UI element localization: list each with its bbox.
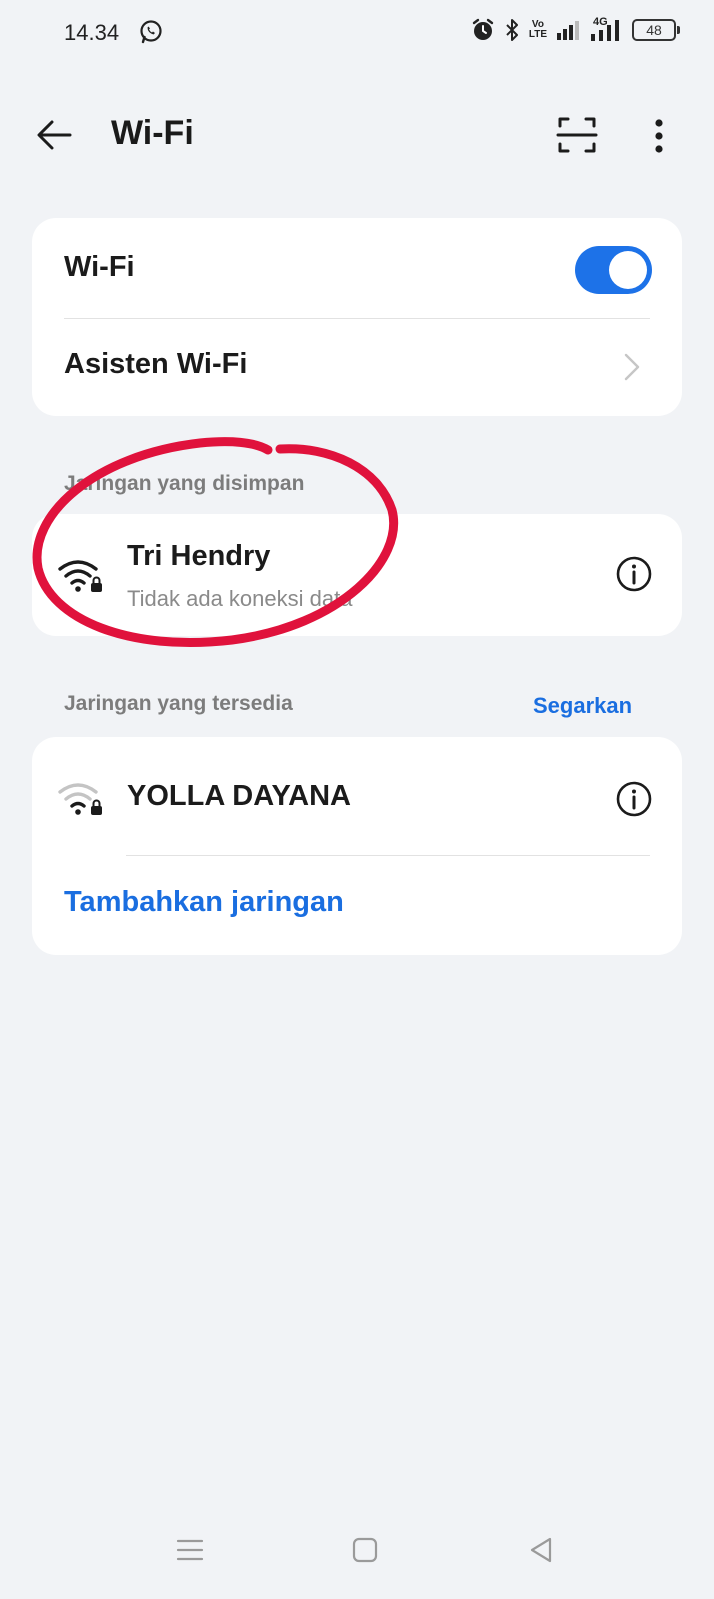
back-arrow-icon[interactable] <box>30 110 80 160</box>
battery-icon: 48 <box>632 19 680 41</box>
wifi-settings-card: Wi-Fi Asisten Wi-Fi <box>32 218 682 416</box>
info-icon[interactable] <box>614 779 654 819</box>
toggle-knob <box>609 251 647 289</box>
available-network-item[interactable]: YOLLA DAYANA <box>32 737 682 855</box>
wifi-lock-icon <box>58 560 102 592</box>
navigation-bar <box>0 1510 714 1599</box>
menu-icon[interactable] <box>175 1535 205 1565</box>
saved-network-status: Tidak ada koneksi data <box>127 586 353 611</box>
status-bar: 14.34 Vo LTE 4G 48 <box>0 0 714 64</box>
available-network-name: YOLLA DAYANA <box>127 780 351 812</box>
add-network-link[interactable]: Tambahkan jaringan <box>64 886 344 919</box>
app-bar: Wi-Fi <box>0 90 714 180</box>
volte-icon: Vo LTE <box>529 20 547 40</box>
chevron-right-icon <box>624 353 640 381</box>
saved-network-item[interactable]: Tri Hendry Tidak ada koneksi data <box>32 514 682 636</box>
saved-network-name: Tri Hendry <box>127 540 271 572</box>
saved-networks-label: Jaringan yang disimpan <box>64 472 305 495</box>
available-networks-card: YOLLA DAYANA Tambahkan jaringan <box>32 737 682 955</box>
saved-networks-card: Tri Hendry Tidak ada koneksi data <box>32 514 682 636</box>
scan-icon[interactable] <box>552 110 602 160</box>
wifi-assistant-label: Asisten Wi-Fi <box>64 348 248 380</box>
refresh-link[interactable]: Segarkan <box>533 693 632 719</box>
alarm-icon <box>472 18 494 40</box>
status-time: 14.34 <box>64 20 120 45</box>
wifi-toggle-label: Wi-Fi <box>64 251 135 283</box>
wifi-toggle-switch[interactable] <box>575 246 652 294</box>
signal-4g-icon: 4G <box>589 16 623 42</box>
back-icon[interactable] <box>526 1535 556 1565</box>
wifi-weak-lock-icon <box>58 783 102 815</box>
more-vert-icon[interactable] <box>634 110 684 160</box>
add-network-row[interactable]: Tambahkan jaringan <box>32 856 682 955</box>
home-icon[interactable] <box>350 1535 380 1565</box>
info-icon[interactable] <box>614 554 654 594</box>
bluetooth-icon <box>506 19 518 41</box>
whatsapp-icon <box>140 20 162 44</box>
wifi-toggle-row[interactable]: Wi-Fi <box>32 218 682 318</box>
volte-bottom-text: LTE <box>528 29 547 40</box>
page-title: Wi-Fi <box>111 114 194 152</box>
available-networks-label: Jaringan yang tersedia <box>64 692 293 715</box>
signal-icon <box>557 21 579 40</box>
wifi-assistant-row[interactable]: Asisten Wi-Fi <box>32 319 682 416</box>
